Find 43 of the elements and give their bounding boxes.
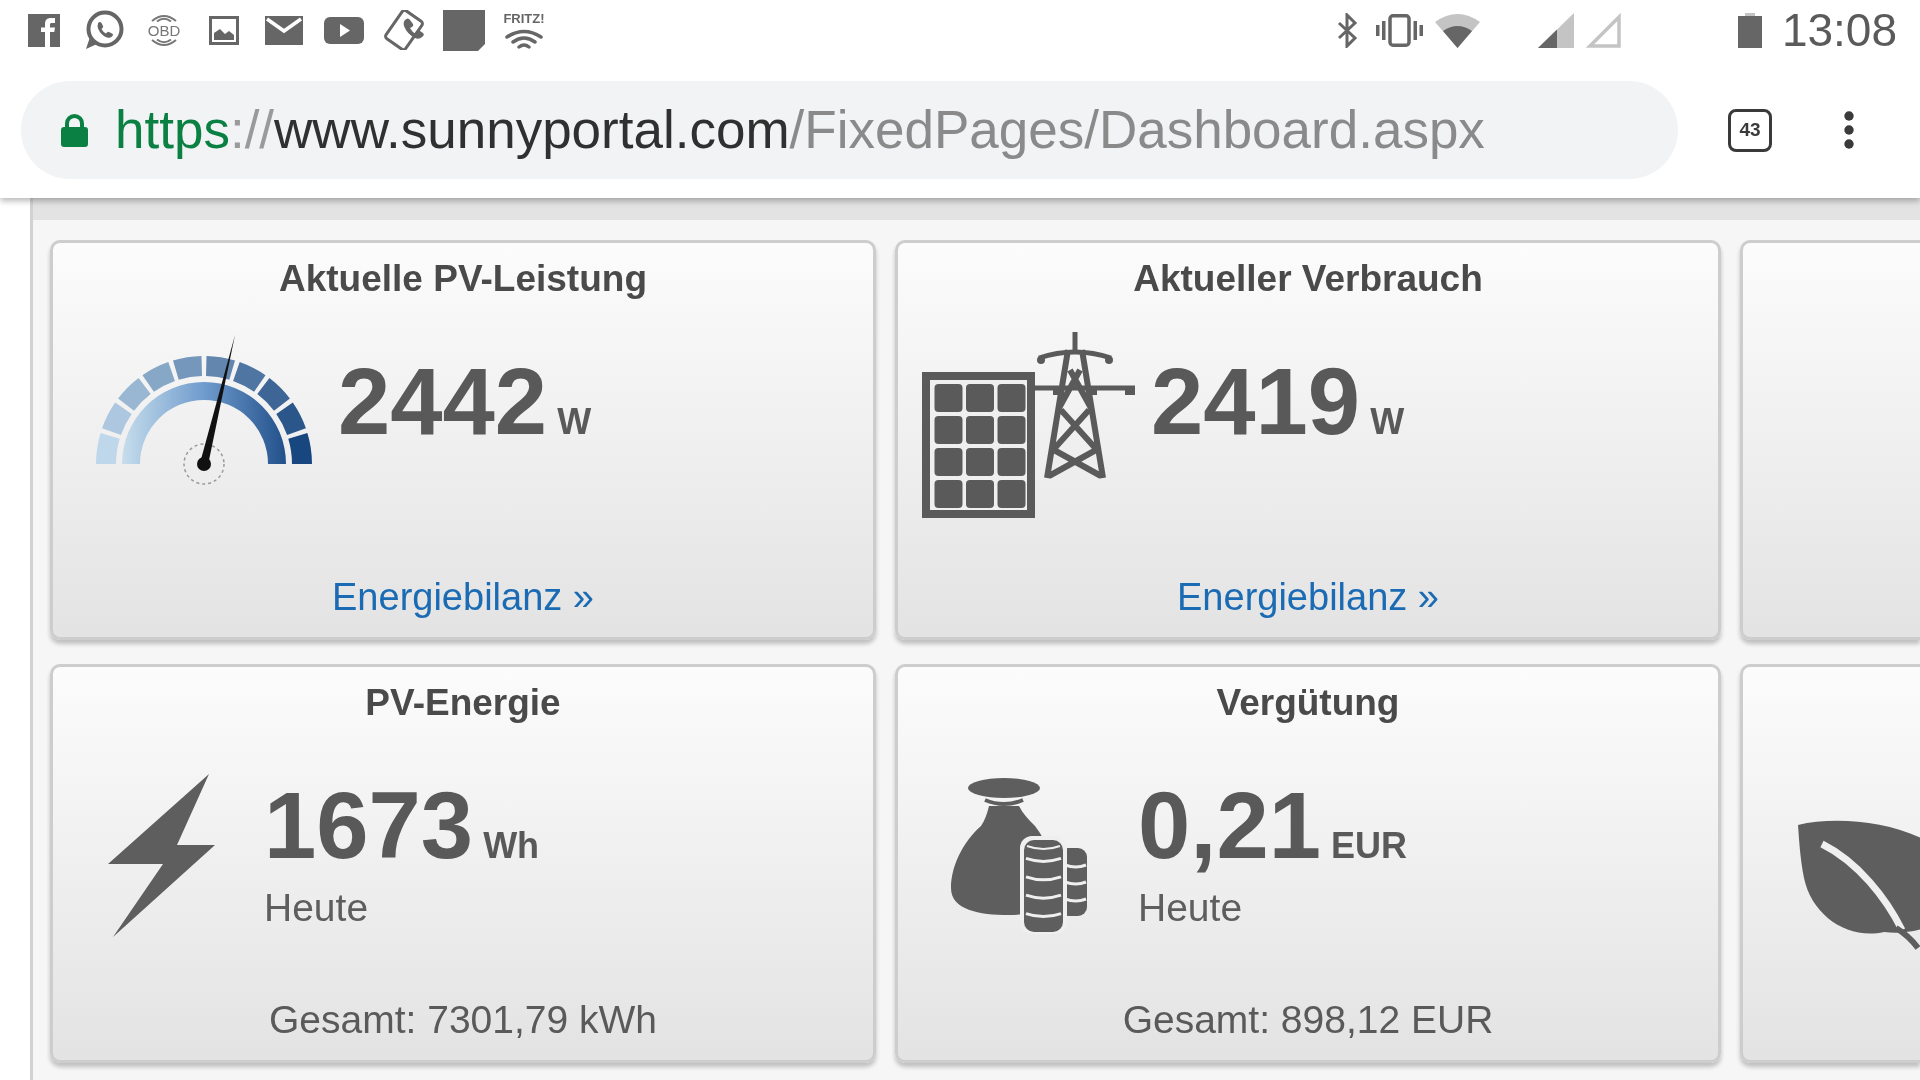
tile-title: Aktuelle PV-Leistung <box>279 258 647 299</box>
wifi-arcs-icon <box>504 29 544 49</box>
tile-title: PV-Energie <box>365 682 561 723</box>
address-field[interactable]: https://www.sunnyportal.com/FixedPages/Dashboard.aspx <box>21 81 1678 179</box>
fritz-text: FRITZ! <box>503 11 545 26</box>
signal-icon <box>1585 12 1621 48</box>
phone-icon <box>383 10 425 50</box>
reading-value: 2419 <box>1151 355 1361 449</box>
total-text: Gesamt: 7301,79 kWh <box>269 997 657 1043</box>
bluetooth-icon <box>1335 12 1359 48</box>
lock-icon <box>61 113 88 147</box>
tile-title: Vergütung <box>1216 682 1400 723</box>
signal-arcs-icon <box>149 38 179 48</box>
wifi-icon <box>1434 12 1480 48</box>
energy-balance-link[interactable]: Energiebilanz » <box>332 574 594 620</box>
energy-balance-link[interactable]: Energiebilanz » <box>1177 574 1439 620</box>
signal-arcs-icon <box>149 12 179 22</box>
tab-count-button[interactable]: 43 <box>1728 108 1772 152</box>
unit-label: W <box>557 404 592 440</box>
period-label: Heute <box>264 884 369 931</box>
reading-value: 2442 <box>338 355 548 449</box>
play-icon <box>324 16 364 44</box>
picture-icon <box>209 15 239 45</box>
signal-icon <box>1537 12 1574 48</box>
reading-value: 0,21 <box>1138 778 1321 873</box>
unit-label: W <box>1370 404 1405 440</box>
square-icon <box>443 9 485 51</box>
money-bag-coins-icon <box>949 776 1089 934</box>
vibrate-icon <box>1375 13 1423 47</box>
period-label: Heute <box>1138 884 1243 931</box>
battery-icon <box>1737 12 1762 48</box>
chat-bubble-icon <box>84 10 124 50</box>
solar-panel-pylon-icon <box>921 330 1137 520</box>
tile-title: Aktueller Verbrauch <box>1133 258 1483 299</box>
obd-text: OBD <box>147 21 181 39</box>
clock-time: 13:08 <box>1781 7 1897 53</box>
total-text: Gesamt: 898,12 EUR <box>1122 997 1494 1043</box>
f-logo-icon <box>28 13 60 47</box>
unit-label: EUR <box>1330 827 1407 864</box>
reading-value: 1673 <box>264 778 474 873</box>
menu-icon[interactable] <box>1844 111 1854 149</box>
unit-label: Wh <box>483 827 540 864</box>
mail-icon <box>265 15 303 45</box>
